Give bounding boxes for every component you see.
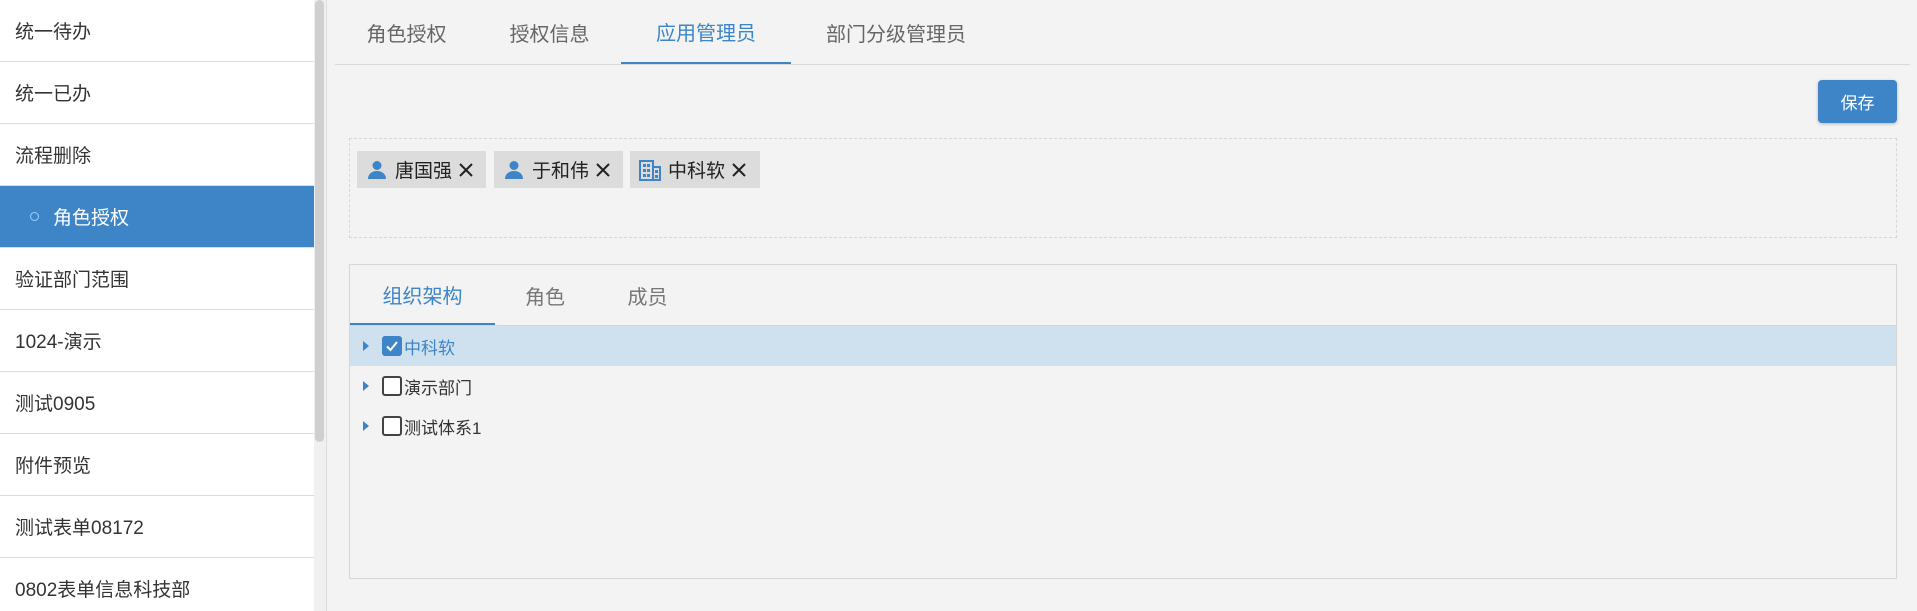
checkbox[interactable] <box>382 376 402 396</box>
tab-members[interactable]: 成员 <box>595 265 700 325</box>
sidebar-item-unified-done[interactable]: 统一已办 <box>0 62 326 124</box>
tab-label: 成员 <box>627 286 668 309</box>
close-icon[interactable] <box>594 161 612 179</box>
user-icon <box>505 160 523 179</box>
user-icon <box>368 160 386 179</box>
tab-label: 角色 <box>525 286 565 309</box>
tab-label: 组织架构 <box>382 285 463 308</box>
sidebar-item-0802-form[interactable]: 0802表单信息科技部 <box>0 558 326 611</box>
check-icon <box>386 341 398 352</box>
tab-role-authorization[interactable]: 角色授权 <box>335 0 478 64</box>
tab-label: 应用管理员 <box>656 22 756 45</box>
sidebar-item-label: 流程删除 <box>15 146 92 167</box>
checkbox[interactable] <box>382 416 402 436</box>
tab-app-admin[interactable]: 应用管理员 <box>621 0 791 64</box>
save-button[interactable]: 保存 <box>1818 80 1897 123</box>
tab-org-structure[interactable]: 组织架构 <box>350 265 495 325</box>
selected-chip: 唐国强 <box>357 151 486 188</box>
sidebar-item-label: 1024-演示 <box>15 332 102 353</box>
chip-label: 唐国强 <box>395 161 453 182</box>
tab-label: 部门分级管理员 <box>826 23 966 46</box>
tree-node-label: 测试体系1 <box>404 418 482 438</box>
chip-label: 于和伟 <box>532 161 590 182</box>
sidebar-item-attachment-preview[interactable]: 附件预览 <box>0 434 326 496</box>
sidebar-item-role-authorization[interactable]: 角色授权 <box>0 186 326 248</box>
sidebar-item-label: 统一已办 <box>15 84 92 105</box>
sidebar: 统一待办 统一已办 流程删除 角色授权 验证部门范围 1024-演示 测试090… <box>0 0 327 611</box>
sidebar-item-label: 测试0905 <box>15 394 96 415</box>
sidebar-item-process-delete[interactable]: 流程删除 <box>0 124 326 186</box>
sidebar-item-label: 验证部门范围 <box>15 270 130 291</box>
close-icon[interactable] <box>457 161 475 179</box>
sidebar-item-label: 0802表单信息科技部 <box>15 580 191 601</box>
sidebar-item-test-form-08172[interactable]: 测试表单08172 <box>0 496 326 558</box>
inner-tab-bar: 组织架构 角色 成员 <box>350 265 1896 326</box>
tree-node-label: 演示部门 <box>404 378 472 398</box>
sidebar-scrollbar[interactable] <box>315 0 324 442</box>
tree-node[interactable]: 测试体系1 <box>350 406 1896 446</box>
org-panel: 组织架构 角色 成员 中科软 演示部门 测试体系1 <box>349 264 1897 579</box>
sidebar-item-unified-todo[interactable]: 统一待办 <box>0 0 326 62</box>
selected-chip: 中科软 <box>630 151 760 188</box>
tree-node-label: 中科软 <box>404 338 455 358</box>
building-icon <box>639 159 661 181</box>
tree-node[interactable]: 中科软 <box>350 326 1896 366</box>
chip-label: 中科软 <box>668 161 726 182</box>
tab-authorization-info[interactable]: 授权信息 <box>478 0 621 64</box>
close-icon[interactable] <box>730 161 748 179</box>
sidebar-item-label: 测试表单08172 <box>15 518 144 539</box>
sidebar-item-1024-demo[interactable]: 1024-演示 <box>0 310 326 372</box>
sidebar-item-label: 角色授权 <box>53 208 130 229</box>
checkbox[interactable] <box>382 336 402 356</box>
sidebar-item-test-0905[interactable]: 测试0905 <box>0 372 326 434</box>
caret-right-icon[interactable] <box>363 421 369 431</box>
selected-chip: 于和伟 <box>494 151 623 188</box>
tab-dept-level-admin[interactable]: 部门分级管理员 <box>791 0 1001 64</box>
tab-bar: 角色授权 授权信息 应用管理员 部门分级管理员 <box>335 0 1910 65</box>
sidebar-item-label: 统一待办 <box>15 22 92 43</box>
tab-roles[interactable]: 角色 <box>495 265 595 325</box>
tree-node[interactable]: 演示部门 <box>350 366 1896 406</box>
sidebar-item-label: 附件预览 <box>15 456 92 477</box>
caret-right-icon[interactable] <box>363 381 369 391</box>
caret-right-icon[interactable] <box>363 341 369 351</box>
selected-members-box: 唐国强 于和伟 中科软 <box>349 138 1897 238</box>
tab-label: 角色授权 <box>366 23 447 46</box>
tab-label: 授权信息 <box>509 23 590 46</box>
sidebar-item-verify-dept-scope[interactable]: 验证部门范围 <box>0 248 326 310</box>
circle-icon <box>30 212 39 221</box>
